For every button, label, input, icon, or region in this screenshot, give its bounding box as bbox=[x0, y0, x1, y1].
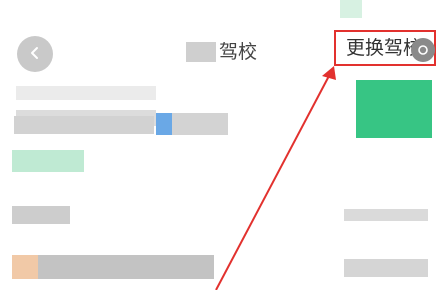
annotation-arrow bbox=[215, 66, 336, 290]
